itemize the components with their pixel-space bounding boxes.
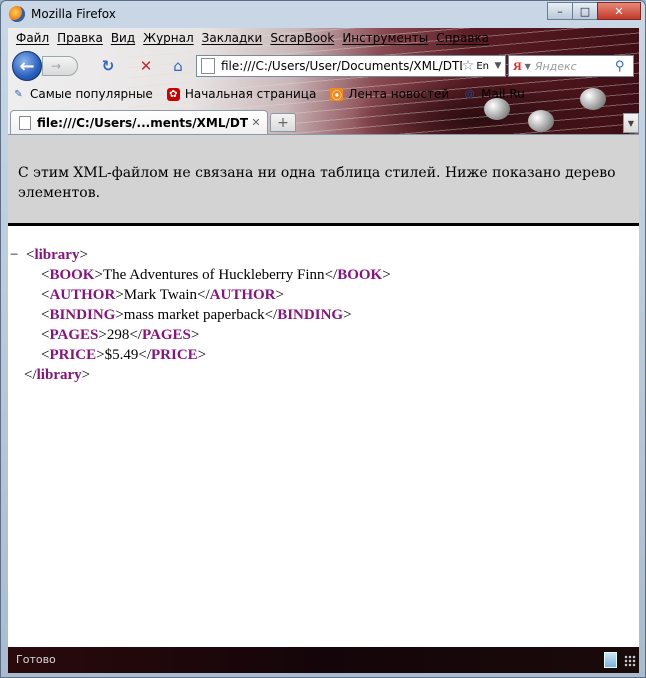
menu-tools[interactable]: Инструменты bbox=[340, 31, 434, 49]
page-content: С этим XML-файлом не связана ни одна таб… bbox=[8, 134, 639, 648]
minimize-button[interactable]: – bbox=[547, 2, 573, 20]
language-icon[interactable]: En bbox=[476, 61, 489, 72]
xml-element: <PAGES>298</PAGES> bbox=[41, 327, 200, 343]
xml-root-close: </library> bbox=[24, 367, 91, 383]
back-arrow-icon: ← bbox=[19, 55, 35, 77]
maximize-button[interactable]: □ bbox=[572, 2, 598, 20]
forward-button[interactable]: → bbox=[42, 56, 78, 76]
new-tab-button[interactable]: + bbox=[270, 113, 296, 132]
xml-tag: PAGES bbox=[49, 327, 99, 343]
xml-tag: PRICE bbox=[151, 347, 198, 363]
close-button[interactable]: ✕ bbox=[597, 2, 641, 20]
most-visited-icon: ✎ bbox=[14, 88, 23, 100]
xml-tag: PAGES bbox=[141, 327, 191, 343]
rss-feed-icon: ⦿ bbox=[330, 87, 344, 102]
search-icon[interactable]: ⚲ bbox=[615, 59, 625, 74]
xml-tag: BINDING bbox=[49, 307, 116, 323]
xml-tag: BINDING bbox=[277, 307, 344, 323]
status-text: Готово bbox=[16, 653, 56, 666]
bookmark-star-icon[interactable]: ☆ bbox=[462, 58, 475, 74]
tab-page-icon bbox=[19, 115, 31, 130]
chevron-down-icon: ▼ bbox=[627, 118, 635, 128]
xml-element: <PRICE>$5.49</PRICE> bbox=[41, 347, 207, 363]
bookmark-most-visited[interactable]: ✎ Самые популярные bbox=[8, 87, 153, 101]
xml-text: The Adventures of Huckleberry Finn bbox=[102, 267, 325, 283]
url-dropdown-icon[interactable]: ▼ bbox=[491, 61, 505, 71]
collapse-toggle[interactable]: − bbox=[8, 245, 26, 265]
xml-text: 298 bbox=[106, 327, 130, 343]
menu-edit[interactable]: Правка bbox=[55, 31, 109, 49]
bookmark-start-page[interactable]: ✿ Начальная страница bbox=[163, 87, 317, 101]
menu-bar: Файл Правка Вид Журнал Закладки ScrapBoo… bbox=[14, 31, 495, 49]
menu-view[interactable]: Вид bbox=[109, 31, 141, 49]
xml-tag: AUTHOR bbox=[49, 287, 116, 303]
bookmark-label: Лента новостей bbox=[348, 87, 450, 101]
xml-element: <AUTHOR>Mark Twain</AUTHOR> bbox=[41, 287, 284, 303]
page-favicon-icon bbox=[201, 58, 215, 74]
xml-text: Mark Twain bbox=[123, 287, 198, 303]
xml-tree: − <library> <BOOK>The Adventures of Huckl… bbox=[8, 245, 639, 385]
xml-tag: PRICE bbox=[49, 347, 97, 363]
plus-icon: + bbox=[277, 114, 289, 131]
browser-chrome: Файл Правка Вид Журнал Закладки ScrapBoo… bbox=[8, 28, 639, 134]
tab-close-icon[interactable]: ✕ bbox=[249, 116, 263, 130]
page-status-icon[interactable] bbox=[604, 652, 617, 668]
bookmark-news-feed[interactable]: ⦿ Лента новостей bbox=[326, 87, 450, 102]
tab-strip: file:///C:/Users/...ments/XML/DTD.xml ✕ … bbox=[8, 108, 639, 134]
window-title: Mozilla Firefox bbox=[31, 7, 116, 21]
menu-help[interactable]: Справка bbox=[434, 31, 495, 49]
engine-dropdown-icon[interactable]: ▼ bbox=[525, 62, 531, 71]
title-bar[interactable]: Mozilla Firefox – □ ✕ bbox=[1, 1, 645, 27]
xml-tag: BOOK bbox=[49, 267, 95, 283]
bookmark-label: Mail.Ru bbox=[481, 87, 525, 101]
tab-active[interactable]: file:///C:/Users/...ments/XML/DTD.xml ✕ bbox=[10, 110, 268, 134]
search-input[interactable] bbox=[534, 59, 611, 73]
yandex-engine-icon[interactable]: Я bbox=[513, 59, 522, 74]
bookmark-label: Начальная страница bbox=[184, 87, 317, 101]
xml-element: <BOOK>The Adventures of Huckleberry Finn… bbox=[41, 267, 391, 283]
bookmark-label: Самые популярные bbox=[30, 87, 153, 101]
menu-file[interactable]: Файл bbox=[14, 31, 55, 49]
url-bar[interactable]: file:///C:/Users/User/Documents/XML/DTD.… bbox=[196, 55, 506, 77]
back-button[interactable]: ← bbox=[12, 51, 42, 81]
forward-arrow-icon: → bbox=[51, 59, 62, 73]
reload-icon[interactable]: ↻ bbox=[98, 56, 118, 76]
bookmarks-toolbar: ✎ Самые популярные ✿ Начальная страница … bbox=[8, 85, 535, 103]
xml-tag: AUTHOR bbox=[209, 287, 276, 303]
menu-bookmarks[interactable]: Закладки bbox=[200, 31, 269, 49]
xml-tag: library bbox=[34, 247, 80, 263]
start-page-icon: ✿ bbox=[166, 87, 180, 101]
resize-grip-icon[interactable] bbox=[624, 655, 636, 667]
tab-list-button[interactable]: ▼ bbox=[623, 113, 639, 133]
xml-root-open: − <library> bbox=[8, 245, 88, 265]
no-stylesheet-notice: С этим XML-файлом не связана ни одна таб… bbox=[8, 135, 639, 226]
at-sign-icon: @ bbox=[464, 88, 475, 100]
xml-text: mass market paperback bbox=[123, 307, 265, 323]
navigation-toolbar: ← → ↻ ✕ ⌂ file:///C:/Users/User/Document… bbox=[8, 50, 639, 81]
menu-history[interactable]: Журнал bbox=[141, 31, 200, 49]
xml-tag: BOOK bbox=[337, 267, 383, 283]
browser-window: Mozilla Firefox – □ ✕ Файл Правка Вид Жу… bbox=[0, 0, 646, 678]
xml-element: <BINDING>mass market paperback</BINDING> bbox=[41, 307, 352, 323]
firefox-logo-icon bbox=[9, 6, 25, 22]
url-input[interactable]: file:///C:/Users/User/Documents/XML/DTD.… bbox=[221, 59, 462, 73]
xml-text: $5.49 bbox=[104, 347, 139, 363]
tab-label: file:///C:/Users/...ments/XML/DTD.xml bbox=[37, 115, 249, 130]
xml-tag: library bbox=[36, 367, 82, 383]
status-bar: Готово bbox=[8, 647, 639, 673]
guitar-knob-decoration bbox=[580, 88, 606, 110]
search-bar: Я ▼ ⚲ bbox=[508, 55, 634, 77]
window-controls: – □ ✕ bbox=[547, 2, 641, 20]
stop-icon[interactable]: ✕ bbox=[136, 56, 156, 76]
menu-scrapbook[interactable]: ScrapBook bbox=[268, 31, 340, 49]
home-icon[interactable]: ⌂ bbox=[168, 56, 188, 76]
bookmark-mail-ru[interactable]: @ Mail.Ru bbox=[459, 87, 525, 101]
